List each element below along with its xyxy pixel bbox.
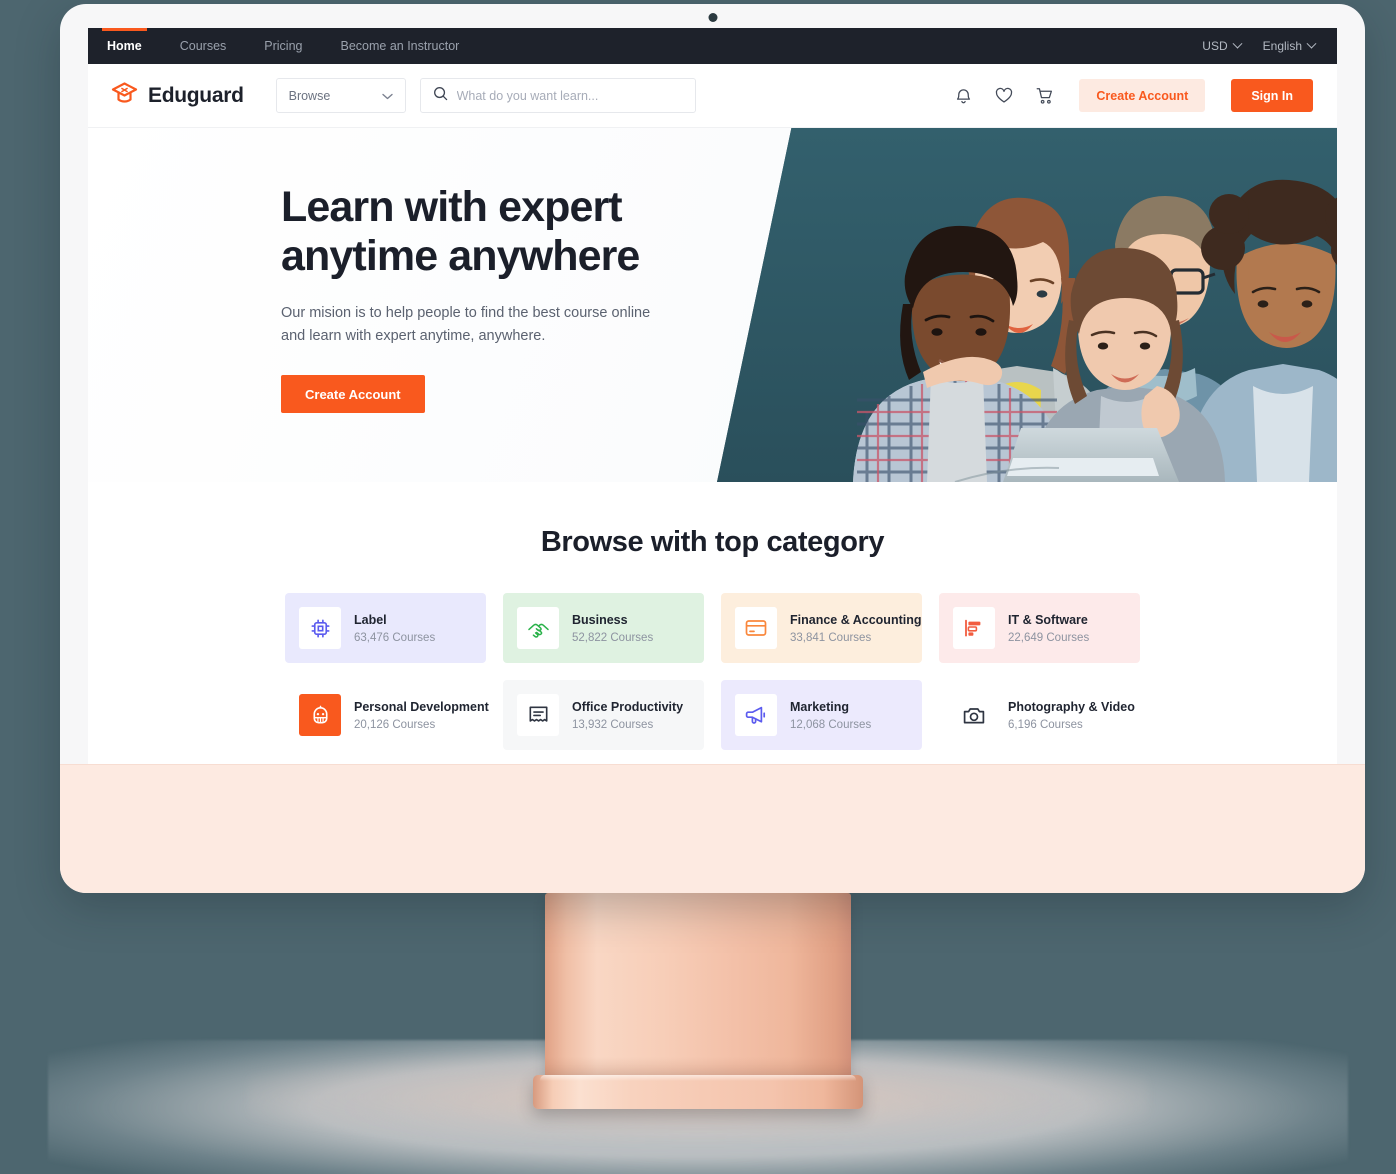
browse-select-label: Browse	[288, 88, 331, 103]
category-name: Office Productivity	[572, 699, 684, 714]
category-grid: Label 63,476 Courses Business 52,822 Cou…	[88, 593, 1337, 750]
chip-icon	[299, 607, 341, 649]
search-icon	[433, 86, 448, 106]
nav-item-pricing-label: Pricing	[264, 39, 303, 53]
header-actions: Create Account Sign In	[951, 79, 1313, 112]
webcam-icon	[708, 13, 717, 22]
hero-copy: Learn with expert anytime anywhere Our m…	[281, 183, 711, 414]
wishlist-heart-icon[interactable]	[992, 84, 1016, 108]
category-card-marketing[interactable]: Marketing 12,068 Courses	[721, 680, 922, 750]
top-utility-bar-right: USD English	[1202, 38, 1317, 53]
category-card-text: Marketing 12,068 Courses	[790, 700, 871, 731]
category-name: Marketing	[790, 699, 850, 714]
language-value: English	[1262, 39, 1302, 53]
screen-viewport: Home Courses Pricing Become an Instructo…	[88, 28, 1337, 764]
category-count: 20,126 Courses	[354, 718, 436, 731]
category-name: Finance & Accounting	[790, 612, 922, 627]
category-name: Business	[572, 612, 628, 627]
monitor-frame: Home Courses Pricing Become an Instructo…	[60, 4, 1365, 893]
categories-title: Browse with top category	[540, 526, 885, 558]
sign-in-button[interactable]: Sign In	[1231, 79, 1313, 112]
nav-item-pricing[interactable]: Pricing	[245, 28, 321, 64]
chevron-down-icon	[1306, 38, 1317, 49]
category-card-text: Business 52,822 Courses	[572, 613, 653, 644]
category-card-label[interactable]: Label 63,476 Courses	[285, 593, 486, 663]
top-utility-bar: Home Courses Pricing Become an Instructo…	[88, 28, 1337, 64]
nav-item-courses-label: Courses	[179, 39, 227, 53]
category-count: 13,932 Courses	[572, 718, 654, 731]
category-count: 22,649 Courses	[1008, 631, 1090, 644]
document-icon	[517, 694, 559, 736]
category-card-personal-development[interactable]: Personal Development 20,126 Courses	[285, 680, 489, 750]
category-card-photography-video[interactable]: Photography & Video 6,196 Courses	[939, 680, 1140, 750]
chevron-down-icon	[381, 89, 393, 103]
category-card-text: Office Productivity 13,932 Courses	[572, 700, 683, 731]
brand-logo[interactable]: Eduguard	[110, 80, 244, 111]
categories-section: Browse with top category Label 63,476 Co…	[88, 482, 1337, 750]
category-card-text: Finance & Accounting 33,841 Courses	[790, 613, 922, 644]
graduation-cap-icon	[110, 80, 139, 111]
nav-item-home-label: Home	[107, 39, 142, 53]
category-card-text: Label 63,476 Courses	[354, 613, 435, 644]
brand-name: Eduguard	[148, 83, 244, 107]
nav-item-become-an-instructor[interactable]: Become an Instructor	[322, 28, 479, 64]
site-header: Eduguard Browse What do you want learn..…	[88, 64, 1337, 128]
create-account-button[interactable]: Create Account	[1079, 79, 1206, 112]
nav-item-home[interactable]: Home	[88, 28, 161, 64]
primary-nav: Home Courses Pricing Become an Instructo…	[88, 28, 478, 64]
category-name: IT & Software	[1008, 612, 1088, 627]
search-bar[interactable]	[419, 78, 696, 113]
shopping-cart-icon[interactable]	[1033, 84, 1057, 108]
handshake-icon	[517, 607, 559, 649]
nav-item-become-an-instructor-label: Become an Instructor	[340, 39, 460, 53]
category-card-text: Personal Development 20,126 Courses	[354, 700, 489, 731]
students-group-photo	[717, 128, 1337, 482]
search-input[interactable]	[456, 88, 683, 103]
category-count: 33,841 Courses	[790, 631, 872, 644]
hero-section: Learn with expert anytime anywhere Our m…	[88, 128, 1337, 482]
language-selector[interactable]: English	[1262, 38, 1317, 53]
category-count: 12,068 Courses	[790, 718, 872, 731]
category-card-office-productivity[interactable]: Office Productivity 13,932 Courses	[503, 680, 704, 750]
credit-card-icon	[735, 607, 777, 649]
nav-item-courses[interactable]: Courses	[161, 28, 246, 64]
notifications-bell-icon[interactable]	[951, 84, 975, 108]
megaphone-icon	[735, 694, 777, 736]
camera-icon	[953, 694, 995, 736]
category-card-text: IT & Software 22,649 Courses	[1008, 613, 1089, 644]
category-count: 6,196 Courses	[1008, 718, 1083, 731]
currency-selector[interactable]: USD	[1202, 38, 1243, 53]
category-count: 52,822 Courses	[572, 631, 654, 644]
monitor-chin	[60, 764, 1365, 893]
category-name: Personal Development	[354, 699, 489, 714]
monitor-stand-neck	[545, 893, 851, 1083]
browse-category-select[interactable]: Browse	[275, 78, 406, 113]
currency-value: USD	[1202, 39, 1228, 53]
category-name: Label	[354, 612, 387, 627]
hero-title: Learn with expert anytime anywhere	[281, 183, 711, 280]
hero-photo	[717, 128, 1337, 482]
hero-subtitle: Our mision is to help people to find the…	[281, 305, 651, 344]
bar-chart-icon	[953, 607, 995, 649]
category-name: Photography & Video	[1008, 699, 1135, 714]
hero-title-line-1: Learn with expert	[281, 183, 623, 231]
category-count: 63,476 Courses	[354, 631, 436, 644]
category-card-it-software[interactable]: IT & Software 22,649 Courses	[939, 593, 1140, 663]
hero-title-line-2: anytime anywhere	[281, 231, 640, 280]
category-card-finance-accounting[interactable]: Finance & Accounting 33,841 Courses	[721, 593, 922, 663]
monitor-stand-foot	[533, 1075, 863, 1109]
category-card-text: Photography & Video 6,196 Courses	[1008, 700, 1135, 731]
chevron-down-icon	[1232, 38, 1243, 49]
category-card-business[interactable]: Business 52,822 Courses	[503, 593, 704, 663]
smiley-bot-icon	[299, 694, 341, 736]
hero-create-account-button[interactable]: Create Account	[281, 375, 425, 414]
